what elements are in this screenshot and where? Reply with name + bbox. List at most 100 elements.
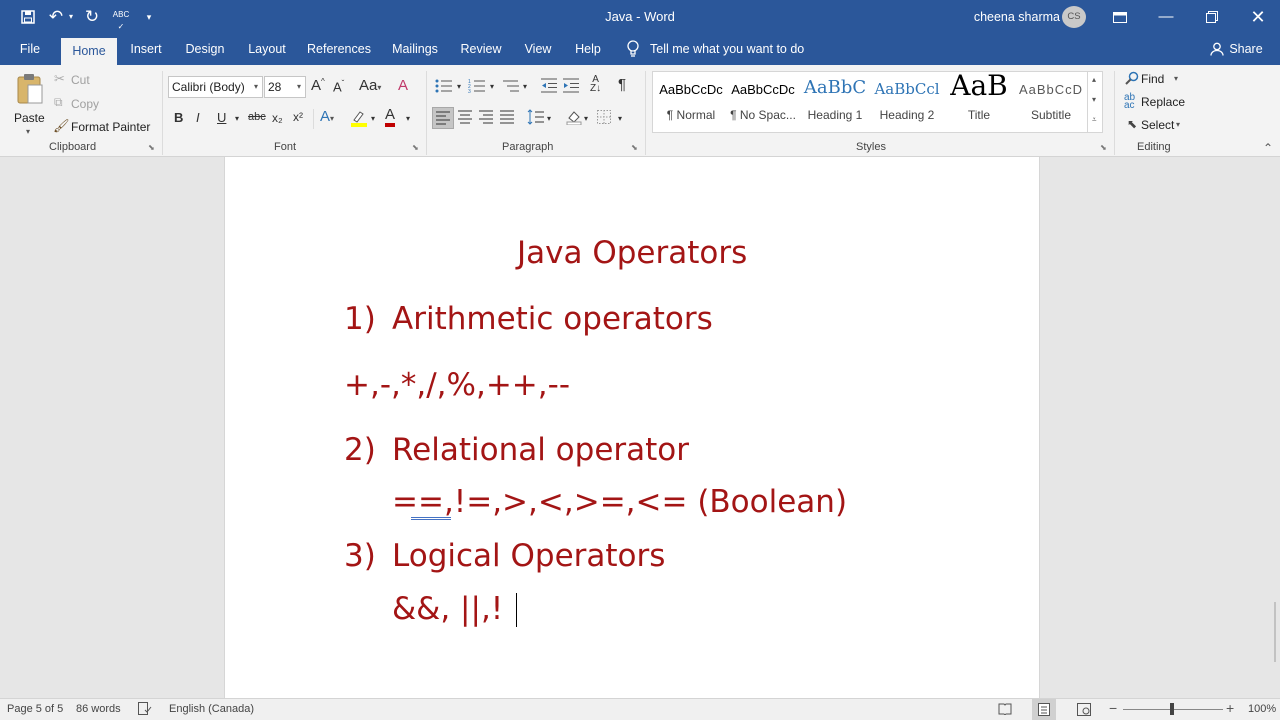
document-page[interactable]: Java Operators 1) Arithmetic operators +… [224,157,1040,698]
close-icon[interactable]: ✕ [1248,0,1268,34]
restore-icon[interactable] [1202,0,1222,34]
highlight-icon[interactable] [350,109,368,132]
change-case-icon[interactable]: Aa▾ [359,77,381,94]
grow-font-icon[interactable]: A^ [311,77,325,94]
collapse-ribbon-icon[interactable]: ⌃ [1263,141,1273,155]
underline-button[interactable]: U [217,110,226,125]
line-spacing-dropdown-icon[interactable]: ▾ [547,114,551,123]
highlight-dropdown-icon[interactable]: ▾ [371,114,375,123]
numbering-icon[interactable]: 123 [468,78,486,98]
read-mode-icon[interactable] [998,703,1012,718]
print-layout-icon[interactable] [1032,699,1056,720]
customize-qat-icon[interactable]: ▾ [142,0,156,34]
borders-icon[interactable] [597,110,611,129]
tab-insert[interactable]: Insert [124,34,168,65]
font-size-select[interactable]: 28 ▾ [264,76,306,98]
font-color-dropdown-icon[interactable]: ▾ [406,114,410,123]
spelling-icon[interactable]: ABC ✓ [110,9,132,33]
select-dropdown-icon[interactable]: ▾ [1176,120,1180,129]
shading-icon[interactable] [566,109,582,130]
zoom-slider-thumb[interactable] [1170,703,1174,715]
copy-button[interactable]: Copy [71,97,99,111]
style-subtitle[interactable]: AaBbCcD Subtitle [1015,72,1087,130]
styles-scroll-up-icon[interactable]: ▴ [1092,75,1096,84]
bullets-dropdown-icon[interactable]: ▾ [457,82,461,91]
minimize-icon[interactable]: — [1156,0,1176,34]
tell-me-search[interactable]: Tell me what you want to do [650,34,815,65]
align-center-icon[interactable] [457,110,473,129]
numbering-dropdown-icon[interactable]: ▾ [490,82,494,91]
shrink-font-icon[interactable]: Aˇ [333,79,344,94]
style-heading-2[interactable]: AaBbCcl Heading 2 [871,72,943,130]
style-no-spacing[interactable]: AaBbCcDc ¶ No Spac... [727,72,799,130]
tab-layout[interactable]: Layout [242,34,292,65]
text-effects-icon[interactable]: A▾ [320,108,334,125]
tab-view[interactable]: View [518,34,558,65]
borders-dropdown-icon[interactable]: ▾ [618,114,622,123]
cut-button[interactable]: Cut [71,73,90,87]
word-count[interactable]: 86 words [76,703,121,715]
strikethrough-button[interactable]: abc [248,111,266,123]
user-name[interactable]: cheena sharma [960,0,1060,34]
proofing-icon[interactable] [138,702,152,718]
format-painter-button[interactable]: Format Painter [71,120,150,134]
underline-dropdown-icon[interactable]: ▾ [235,114,239,123]
increase-indent-icon[interactable] [562,78,580,98]
zoom-level[interactable]: 100% [1248,703,1276,715]
tab-home[interactable]: Home [61,38,117,65]
show-marks-icon[interactable]: ¶ [618,76,626,93]
align-right-icon[interactable] [478,110,494,129]
sort-icon[interactable]: A Z↓ [590,75,601,94]
user-avatar[interactable]: CS [1062,6,1086,28]
bold-button[interactable]: B [174,110,183,125]
style-heading-1[interactable]: AaBbC Heading 1 [799,72,871,130]
tab-design[interactable]: Design [180,34,230,65]
bullets-icon[interactable] [435,79,453,98]
styles-scroll-down-icon[interactable]: ▾ [1092,95,1096,104]
paragraph-dialog-launcher-icon[interactable]: ⬊ [631,143,638,152]
italic-button[interactable]: I [196,110,200,125]
paste-button[interactable]: Paste ▾ [10,71,48,137]
scrollbar-thumb[interactable] [1274,602,1276,662]
ribbon-display-options-icon[interactable] [1110,0,1130,34]
paste-label: Paste [14,111,45,125]
web-layout-icon[interactable] [1077,703,1091,719]
find-dropdown-icon[interactable]: ▾ [1174,74,1178,83]
page-count[interactable]: Page 5 of 5 [7,703,63,715]
align-left-icon[interactable] [432,107,454,129]
line-spacing-icon[interactable] [527,109,545,130]
tab-mailings[interactable]: Mailings [386,34,444,65]
justify-icon[interactable] [499,110,515,129]
font-dialog-launcher-icon[interactable]: ⬊ [412,143,419,152]
share-button[interactable]: Share [1228,34,1264,65]
redo-icon[interactable]: ↻ [82,0,102,34]
select-button[interactable]: Select [1141,118,1174,132]
find-button[interactable]: Find [1141,72,1164,86]
tab-review[interactable]: Review [456,34,506,65]
tab-help[interactable]: Help [570,34,606,65]
font-color-icon[interactable]: A [385,107,396,127]
styles-more-icon[interactable]: ⩡ [1092,115,1097,125]
replace-button[interactable]: Replace [1141,95,1185,109]
undo-icon[interactable]: ↶ [46,0,66,34]
styles-dialog-launcher-icon[interactable]: ⬊ [1100,143,1107,152]
subscript-button[interactable]: x₂ [272,111,283,125]
clipboard-dialog-launcher-icon[interactable]: ⬊ [148,143,155,152]
multilevel-dropdown-icon[interactable]: ▾ [523,82,527,91]
style-normal[interactable]: AaBbCcDc ¶ Normal [655,72,727,130]
zoom-out-icon[interactable]: − [1109,700,1117,716]
font-name-select[interactable]: Calibri (Body) ▾ [168,76,263,98]
decrease-indent-icon[interactable] [540,78,558,98]
zoom-in-icon[interactable]: + [1226,700,1234,716]
tab-references[interactable]: References [304,34,374,65]
tab-file[interactable]: File [12,34,48,65]
style-title[interactable]: AaB Title [943,69,1015,130]
multilevel-list-icon[interactable] [502,78,520,98]
vertical-scrollbar[interactable] [1270,157,1280,698]
save-icon[interactable] [16,0,40,34]
language-indicator[interactable]: English (Canada) [169,703,254,715]
clear-formatting-icon[interactable]: A [398,77,408,94]
superscript-button[interactable]: x² [293,110,303,124]
undo-dropdown-icon[interactable]: ▾ [66,0,76,34]
shading-dropdown-icon[interactable]: ▾ [584,114,588,123]
